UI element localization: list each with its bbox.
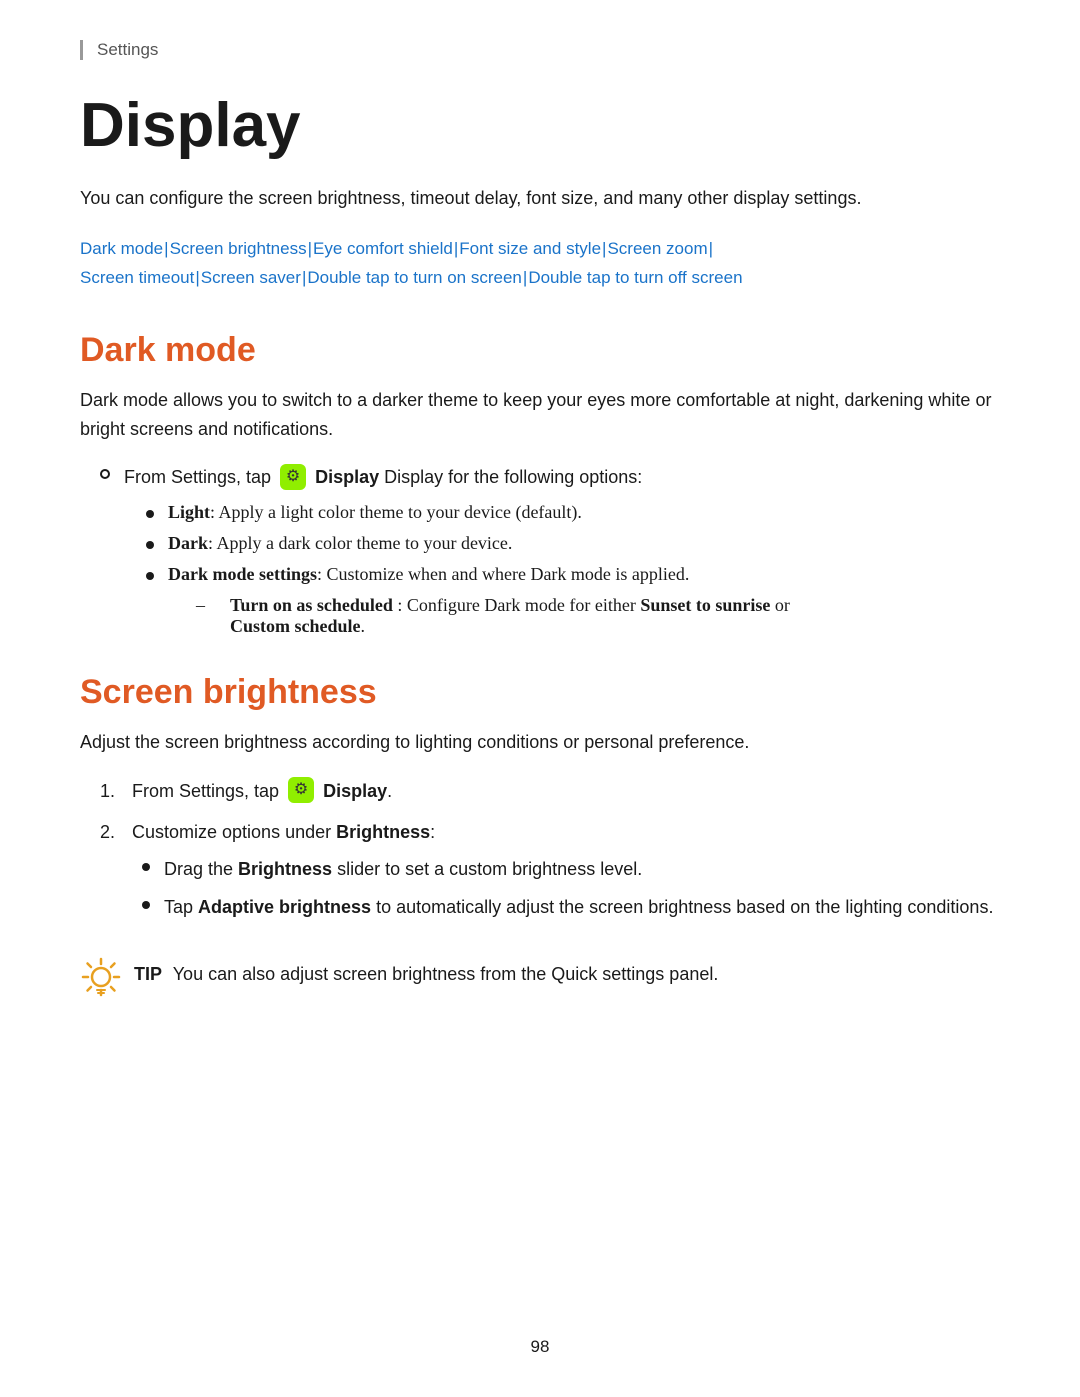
nav-link-dark-mode[interactable]: Dark mode <box>80 239 163 258</box>
dark-mode-option-settings-text: Dark mode settings: Customize when and w… <box>168 564 689 585</box>
brightness-step1-text: From Settings, tap Display. <box>132 777 392 806</box>
dark-mode-option-settings: Dark mode settings: Customize when and w… <box>146 564 1000 585</box>
intro-text: You can configure the screen brightness,… <box>80 184 1000 213</box>
dark-mode-step1-text: From Settings, tap Display Display for t… <box>124 463 642 492</box>
nav-link-double-tap-on[interactable]: Double tap to turn on screen <box>307 268 522 287</box>
dark-mode-schedule-text: Turn on as scheduled : Configure Dark mo… <box>230 595 790 637</box>
brightness-drag-text: Drag the Brightness slider to set a cust… <box>164 855 642 884</box>
brightness-sub-options: Drag the Brightness slider to set a cust… <box>142 855 993 923</box>
dot-bullet-5 <box>142 901 150 909</box>
dark-mode-title: Dark mode <box>80 331 1000 370</box>
nav-link-screen-zoom[interactable]: Screen zoom <box>607 239 707 258</box>
dark-mode-option-dark-text: Dark: Apply a dark color theme to your d… <box>168 533 512 554</box>
brightness-step2-text: Customize options under Brightness: <box>132 822 435 842</box>
brightness-step2: 2. Customize options under Brightness: D… <box>100 818 1000 932</box>
tip-label: TIP <box>134 964 162 984</box>
page-container: Settings Display You can configure the s… <box>0 0 1080 1397</box>
nav-link-font-size[interactable]: Font size and style <box>459 239 601 258</box>
dot-bullet-2 <box>146 541 154 549</box>
screen-brightness-list: 1. From Settings, tap Display. 2. Custom… <box>100 777 1000 932</box>
screen-brightness-title: Screen brightness <box>80 673 1000 712</box>
nav-link-eye-comfort[interactable]: Eye comfort shield <box>313 239 453 258</box>
dash-bullet: – <box>196 595 216 616</box>
settings-icon-1 <box>280 464 306 490</box>
dark-mode-options: Light: Apply a light color theme to your… <box>146 502 1000 637</box>
page-number: 98 <box>531 1337 550 1357</box>
page-title: Display <box>80 92 1000 160</box>
dark-mode-display-label: Display <box>315 467 379 487</box>
dark-mode-option-light: Light: Apply a light color theme to your… <box>146 502 1000 523</box>
dot-bullet-3 <box>146 572 154 580</box>
nav-link-screen-timeout[interactable]: Screen timeout <box>80 268 194 287</box>
dot-bullet-1 <box>146 510 154 518</box>
step-num-2: 2. <box>100 818 132 847</box>
nav-link-double-tap-off[interactable]: Double tap to turn off screen <box>528 268 742 287</box>
nav-link-screen-saver[interactable]: Screen saver <box>201 268 301 287</box>
dark-mode-schedule-option: – Turn on as scheduled : Configure Dark … <box>196 595 1000 637</box>
screen-brightness-desc: Adjust the screen brightness according t… <box>80 728 1000 757</box>
nav-links[interactable]: Dark mode|Screen brightness|Eye comfort … <box>80 235 1000 293</box>
dark-mode-option-dark: Dark: Apply a dark color theme to your d… <box>146 533 1000 554</box>
dark-mode-step1-suffix: Display for the following options: <box>384 467 642 487</box>
step-num-1: 1. <box>100 777 132 806</box>
nav-link-screen-brightness[interactable]: Screen brightness <box>170 239 307 258</box>
dark-mode-desc: Dark mode allows you to switch to a dark… <box>80 386 1000 444</box>
tip-icon <box>80 956 122 998</box>
brightness-sub-option-drag: Drag the Brightness slider to set a cust… <box>142 855 993 884</box>
brightness-step1: 1. From Settings, tap Display. <box>100 777 1000 806</box>
circle-bullet-icon <box>100 469 110 479</box>
settings-label: Settings <box>80 40 1000 60</box>
brightness-sub-option-adaptive: Tap Adaptive brightness to automatically… <box>142 893 993 922</box>
dark-mode-sub-options: – Turn on as scheduled : Configure Dark … <box>176 595 1000 637</box>
tip-box: TIP You can also adjust screen brightnes… <box>80 960 1000 998</box>
brightness-step2-content: Customize options under Brightness: Drag… <box>132 818 993 932</box>
dark-mode-step1: From Settings, tap Display Display for t… <box>100 463 1000 492</box>
settings-icon-2 <box>288 777 314 803</box>
dark-mode-option-light-text: Light: Apply a light color theme to your… <box>168 502 582 523</box>
tip-content: You can also adjust screen brightness fr… <box>173 964 719 984</box>
brightness-adaptive-text: Tap Adaptive brightness to automatically… <box>164 893 993 922</box>
dot-bullet-4 <box>142 863 150 871</box>
tip-text: TIP You can also adjust screen brightnes… <box>134 960 718 989</box>
dark-mode-list: From Settings, tap Display Display for t… <box>100 463 1000 637</box>
